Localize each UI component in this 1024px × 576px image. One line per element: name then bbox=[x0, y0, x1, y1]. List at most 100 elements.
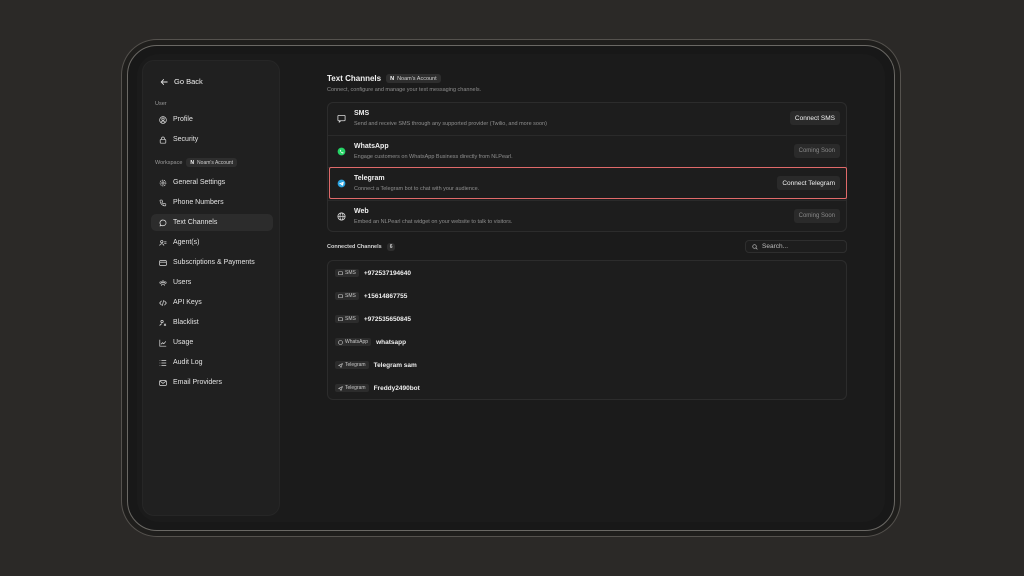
send-icon bbox=[338, 362, 343, 368]
sidebar-item-blacklist[interactable]: Blacklist bbox=[151, 314, 273, 331]
message-square-icon bbox=[338, 293, 343, 298]
mail-icon bbox=[159, 379, 167, 386]
workspace-badge-initial: N bbox=[190, 159, 195, 166]
connected-channels-title: Connected Channels 6 bbox=[327, 243, 396, 251]
list-item[interactable]: SMS +972535650845 bbox=[335, 313, 411, 325]
connected-channels-header: Connected Channels 6 bbox=[327, 240, 847, 254]
users-icon bbox=[159, 239, 167, 246]
sidebar-item-label: Usage bbox=[173, 339, 194, 346]
sidebar-item-label: General Settings bbox=[173, 179, 226, 186]
sidebar-item-label: Email Providers bbox=[173, 379, 223, 386]
channel-description: Engage customers on WhatsApp Business di… bbox=[354, 154, 513, 160]
channel-row-web: Web Embed an NLPearl chat widget on your… bbox=[328, 200, 846, 232]
coming-soon-button: Coming Soon bbox=[793, 144, 840, 158]
channel-type-label: Telegram bbox=[345, 362, 366, 368]
telegram-icon bbox=[337, 179, 346, 188]
sidebar-item-label: Profile bbox=[173, 116, 193, 123]
channel-type-label: WhatsApp bbox=[345, 339, 369, 345]
list-item[interactable]: SMS +15614867755 bbox=[335, 290, 407, 302]
sidebar-item-profile[interactable]: Profile bbox=[151, 111, 273, 128]
sidebar-item-label: Security bbox=[173, 136, 199, 143]
send-icon bbox=[338, 385, 343, 391]
sidebar-item-api-keys[interactable]: API Keys bbox=[151, 294, 273, 311]
workspace-badge[interactable]: N Noam's Account bbox=[186, 158, 238, 167]
channel-type-label: SMS bbox=[345, 316, 356, 322]
channel-identifier: +15614867755 bbox=[363, 292, 408, 300]
channel-type-label: Telegram bbox=[345, 385, 366, 391]
sidebar-item-audit-log[interactable]: Audit Log bbox=[151, 354, 273, 371]
page-subtitle: Connect, configure and manage your text … bbox=[327, 87, 482, 93]
channel-row-sms: SMS Send and receive SMS through any sup… bbox=[328, 103, 846, 135]
channel-row-whatsapp: WhatsApp Engage customers on WhatsApp Bu… bbox=[328, 135, 846, 167]
channel-type-label: SMS bbox=[345, 270, 356, 276]
channel-name: Telegram bbox=[354, 175, 385, 182]
search-icon bbox=[752, 243, 758, 250]
page-title: Text Channels bbox=[327, 74, 382, 83]
list-icon bbox=[159, 359, 167, 366]
connect-sms-button[interactable]: Connect SMS bbox=[789, 111, 840, 125]
search-input[interactable] bbox=[762, 243, 842, 250]
tablet-frame: Go Back User Profile Security Workspace … bbox=[127, 45, 895, 531]
sidebar-item-label: Text Channels bbox=[173, 219, 218, 226]
connected-channels-list: SMS +972537194640 SMS +15614867755 SMS +… bbox=[327, 260, 847, 400]
workspace-section-text: Workspace bbox=[155, 159, 183, 166]
channel-description: Embed an NLPearl chat widget on your web… bbox=[354, 219, 513, 225]
chat-bubble-icon bbox=[159, 219, 167, 226]
account-badge[interactable]: N Noam's Account bbox=[386, 74, 441, 83]
channel-type-label: SMS bbox=[345, 293, 356, 299]
go-back-button[interactable]: Go Back bbox=[160, 77, 203, 86]
sidebar-item-users[interactable]: Users bbox=[151, 274, 273, 291]
sidebar-item-usage[interactable]: Usage bbox=[151, 334, 273, 351]
message-square-icon bbox=[338, 316, 343, 321]
code-icon bbox=[159, 299, 167, 306]
settings-sidebar: Go Back User Profile Security Workspace … bbox=[142, 60, 280, 516]
channel-identifier: Freddy2490bot bbox=[373, 384, 420, 392]
whatsapp-icon bbox=[337, 147, 346, 156]
user-section-text: User bbox=[155, 101, 167, 107]
sidebar-item-security[interactable]: Security bbox=[151, 131, 273, 148]
list-item[interactable]: WhatsApp whatsapp bbox=[335, 336, 406, 348]
channel-identifier: Telegram sam bbox=[373, 361, 417, 369]
sidebar-item-label: Phone Numbers bbox=[173, 199, 224, 206]
coming-soon-button: Coming Soon bbox=[793, 209, 840, 223]
list-item[interactable]: Telegram Freddy2490bot bbox=[335, 382, 420, 394]
user-x-icon bbox=[159, 319, 167, 326]
user-section-label: User bbox=[155, 101, 167, 107]
connected-count-badge: 6 bbox=[386, 243, 396, 251]
search-box[interactable] bbox=[745, 240, 847, 253]
sidebar-item-subscriptions[interactable]: Subscriptions & Payments bbox=[151, 254, 273, 271]
workspace-badge-name: Noam's Account bbox=[197, 159, 234, 166]
channel-type-tag: Telegram bbox=[335, 361, 369, 369]
sidebar-item-label: API Keys bbox=[173, 299, 202, 306]
connect-telegram-button[interactable]: Connect Telegram bbox=[777, 176, 840, 190]
chart-icon bbox=[159, 339, 167, 347]
sidebar-item-label: Agent(s) bbox=[173, 239, 200, 246]
users-group-icon bbox=[159, 279, 167, 286]
list-item[interactable]: Telegram Telegram sam bbox=[335, 359, 417, 371]
channel-type-tag: SMS bbox=[335, 292, 359, 300]
sidebar-item-phone-numbers[interactable]: Phone Numbers bbox=[151, 194, 273, 211]
workspace-section-label: Workspace N Noam's Account bbox=[155, 158, 238, 167]
main-content: Text Channels N Noam's Account Connect, … bbox=[327, 54, 857, 522]
sidebar-item-text-channels[interactable]: Text Channels bbox=[151, 214, 273, 231]
sidebar-item-agents[interactable]: Agent(s) bbox=[151, 234, 273, 251]
list-item[interactable]: SMS +972537194640 bbox=[335, 267, 411, 279]
message-square-icon bbox=[338, 270, 343, 275]
sidebar-item-general-settings[interactable]: General Settings bbox=[151, 174, 273, 191]
sidebar-item-label: Subscriptions & Payments bbox=[173, 259, 255, 266]
channel-type-tag: SMS bbox=[335, 269, 359, 277]
arrow-left-icon bbox=[160, 78, 168, 85]
channel-identifier: +972537194640 bbox=[363, 269, 412, 277]
globe-icon bbox=[337, 212, 346, 221]
channel-description: Send and receive SMS through any support… bbox=[354, 121, 547, 127]
whatsapp-icon bbox=[338, 339, 343, 345]
connected-title-text: Connected Channels bbox=[327, 244, 382, 250]
gear-icon bbox=[159, 179, 167, 186]
message-square-icon bbox=[337, 114, 346, 123]
page-header: Text Channels N Noam's Account bbox=[327, 74, 441, 83]
channel-description: Connect a Telegram bot to chat with your… bbox=[354, 186, 480, 192]
channel-identifier: whatsapp bbox=[376, 338, 407, 346]
channel-type-tag: WhatsApp bbox=[335, 338, 372, 346]
sidebar-item-email-providers[interactable]: Email Providers bbox=[151, 374, 273, 391]
phone-icon bbox=[159, 199, 167, 206]
